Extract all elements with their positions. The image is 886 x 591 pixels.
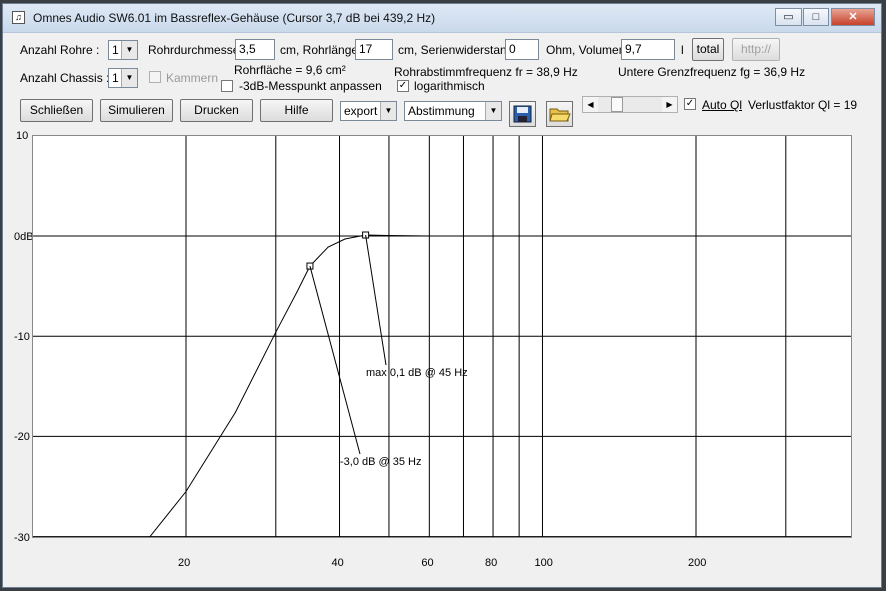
data-point: [327, 246, 329, 248]
data-point: [185, 491, 187, 493]
export-select[interactable]: export ▼: [340, 101, 397, 121]
frequency-response-plot[interactable]: [32, 135, 852, 538]
anzahl-chassis-value: 1: [112, 71, 119, 85]
minimize-icon: ▭: [783, 11, 794, 23]
scroll-left-icon[interactable]: ◀: [583, 97, 598, 112]
rohrlaenge-label: cm, Rohrlänge: [280, 43, 359, 57]
rohrdurchmesser-input[interactable]: 3,5: [235, 39, 275, 60]
folder-open-icon: [549, 108, 571, 122]
messpunkt-label: -3dB-Messpunkt anpassen: [239, 79, 382, 93]
anzahl-rohre-value: 1: [112, 43, 119, 57]
y-tick-label: -30: [14, 532, 30, 544]
data-point: [296, 291, 298, 293]
save-button[interactable]: [509, 101, 536, 127]
response-curve: [149, 234, 746, 537]
y-tick-label: -10: [14, 331, 30, 343]
schliessen-button[interactable]: Schließen: [20, 99, 93, 122]
logarithmisch-label: logarithmisch: [414, 79, 485, 93]
serienwiderstand-label: cm, Serienwiderstand: [398, 43, 514, 57]
open-button[interactable]: [546, 101, 573, 127]
data-point: [234, 411, 236, 413]
check-icon: ✓: [398, 80, 408, 91]
data-point: [428, 235, 430, 237]
rohrdurchmesser-label: Rohrdurchmesser: [148, 43, 244, 57]
rohrflaeche-text: Rohrfläche = 9,6 cm²: [234, 63, 346, 77]
anzahl-rohre-select[interactable]: 1 ▼: [108, 40, 138, 60]
data-point: [695, 235, 697, 237]
anzahl-chassis-label: Anzahl Chassis :: [20, 71, 110, 85]
annotation-leader: [309, 265, 361, 455]
close-button[interactable]: ✕: [831, 8, 875, 26]
volumen-input[interactable]: 9,7: [621, 39, 675, 60]
chevron-down-icon[interactable]: ▼: [485, 102, 501, 120]
rohrabstimm-text: Rohrabstimmfrequenz fr = 38,9 Hz: [394, 65, 578, 79]
chevron-down-icon[interactable]: ▼: [380, 102, 396, 120]
frequency-scrollbar[interactable]: ◀ ▶: [582, 96, 678, 113]
untere-grenz-text: Untere Grenzfrequenz fg = 36,9 Hz: [618, 65, 806, 79]
rohrlaenge-input[interactable]: 17: [355, 39, 393, 60]
anzahl-rohre-label: Anzahl Rohre :: [20, 43, 100, 57]
x-tick-label: 20: [178, 557, 191, 569]
x-tick-label: 100: [534, 557, 553, 569]
x-tick-label: 60: [421, 557, 434, 569]
x-tick-label: 200: [688, 557, 707, 569]
http-button[interactable]: http://: [732, 38, 780, 61]
y-tick-label: -20: [14, 431, 30, 443]
data-point: [541, 235, 543, 237]
kammern-label: Kammern: [166, 71, 219, 85]
auto-ql-label: Auto Ql: [702, 98, 743, 112]
speaker-app-icon[interactable]: ♫: [12, 11, 25, 24]
annotation-leader: [365, 234, 387, 366]
annotation-label: max 0,1 dB @ 45 Hz: [366, 367, 468, 379]
window-title: Omnes Audio SW6.01 im Bassreflex-Gehäuse…: [33, 11, 436, 25]
hilfe-button[interactable]: Hilfe: [260, 99, 333, 122]
abstimmung-select[interactable]: Abstimmung ▼: [404, 101, 502, 121]
chevron-down-icon[interactable]: ▼: [121, 69, 137, 87]
data-point: [344, 238, 346, 240]
floppy-disk-icon: [513, 105, 532, 123]
scroll-right-icon[interactable]: ▶: [662, 97, 677, 112]
x-tick-label: 40: [331, 557, 344, 569]
y-tick-label: 10: [16, 130, 29, 142]
data-point: [492, 235, 494, 237]
logarithmisch-checkbox[interactable]: ✓: [397, 80, 409, 92]
title-bar[interactable]: ♫ Omnes Audio SW6.01 im Bassreflex-Gehäu…: [3, 4, 881, 33]
minimize-button[interactable]: ▭: [775, 8, 802, 26]
close-icon: ✕: [848, 11, 858, 23]
maximize-icon: □: [812, 11, 820, 23]
volumen-unit: l: [681, 43, 684, 57]
annotation-label: -3,0 dB @ 35 Hz: [340, 456, 422, 468]
total-button[interactable]: total: [692, 38, 724, 61]
y-tick-label: 0dB: [14, 231, 34, 243]
scroll-thumb[interactable]: [611, 97, 623, 112]
chevron-down-icon[interactable]: ▼: [121, 41, 137, 59]
check-icon: ✓: [685, 98, 695, 109]
kammern-checkbox[interactable]: [149, 71, 161, 83]
maximize-button[interactable]: □: [803, 8, 829, 26]
x-tick-label: 80: [485, 557, 498, 569]
data-point: [744, 235, 746, 237]
verlustfaktor-text: Verlustfaktor Ql = 19: [748, 98, 858, 112]
abstimmung-value: Abstimmung: [408, 104, 475, 118]
drucken-button[interactable]: Drucken: [180, 99, 253, 122]
simulieren-button[interactable]: Simulieren: [100, 99, 173, 122]
response-chart[interactable]: [33, 136, 851, 538]
volumen-label: Ohm, Volumen: [546, 43, 626, 57]
serienwiderstand-input[interactable]: 0: [505, 39, 539, 60]
data-point: [275, 331, 277, 333]
anzahl-chassis-select[interactable]: 1 ▼: [108, 68, 138, 88]
messpunkt-checkbox[interactable]: [221, 80, 233, 92]
data-point: [388, 234, 390, 236]
auto-ql-checkbox[interactable]: ✓: [684, 98, 696, 110]
export-value: export: [344, 104, 378, 118]
data-point: [631, 235, 633, 237]
